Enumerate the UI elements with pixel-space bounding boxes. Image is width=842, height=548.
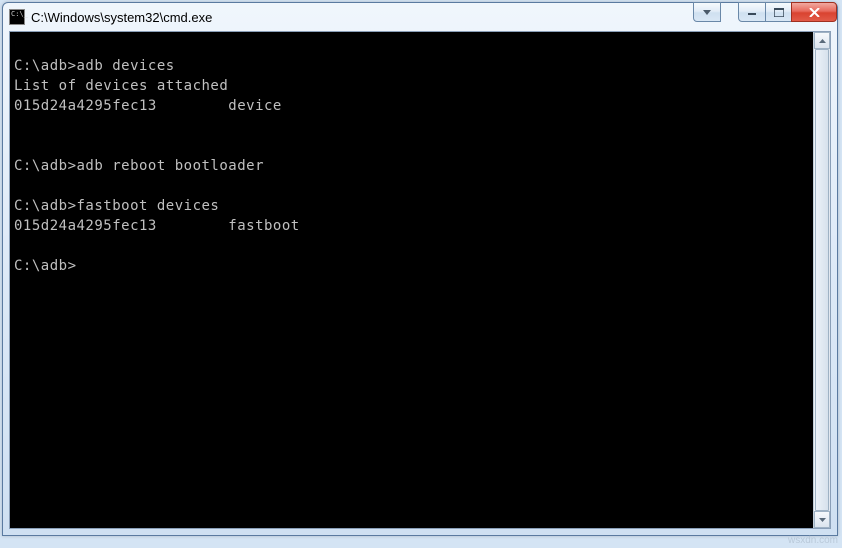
cmd-icon — [9, 9, 25, 25]
minimize-button[interactable] — [738, 2, 766, 22]
close-button[interactable] — [791, 2, 837, 22]
vertical-scrollbar[interactable] — [813, 32, 830, 528]
window-controls — [694, 2, 837, 22]
terminal-output[interactable]: C:\adb>adb devices List of devices attac… — [10, 32, 813, 528]
window-title: C:\Windows\system32\cmd.exe — [31, 10, 212, 25]
content-frame: C:\adb>adb devices List of devices attac… — [9, 31, 831, 529]
watermark: wsxdn.com — [788, 535, 838, 546]
maximize-button[interactable] — [765, 2, 792, 22]
dropdown-button[interactable] — [693, 2, 721, 22]
scroll-track[interactable] — [814, 49, 830, 511]
scroll-thumb[interactable] — [815, 49, 829, 511]
scroll-down-button[interactable] — [814, 511, 830, 528]
titlebar[interactable]: C:\Windows\system32\cmd.exe — [3, 3, 837, 31]
scroll-up-button[interactable] — [814, 32, 830, 49]
cmd-window: C:\Windows\system32\cmd.exe C:\adb>adb d… — [2, 2, 838, 536]
